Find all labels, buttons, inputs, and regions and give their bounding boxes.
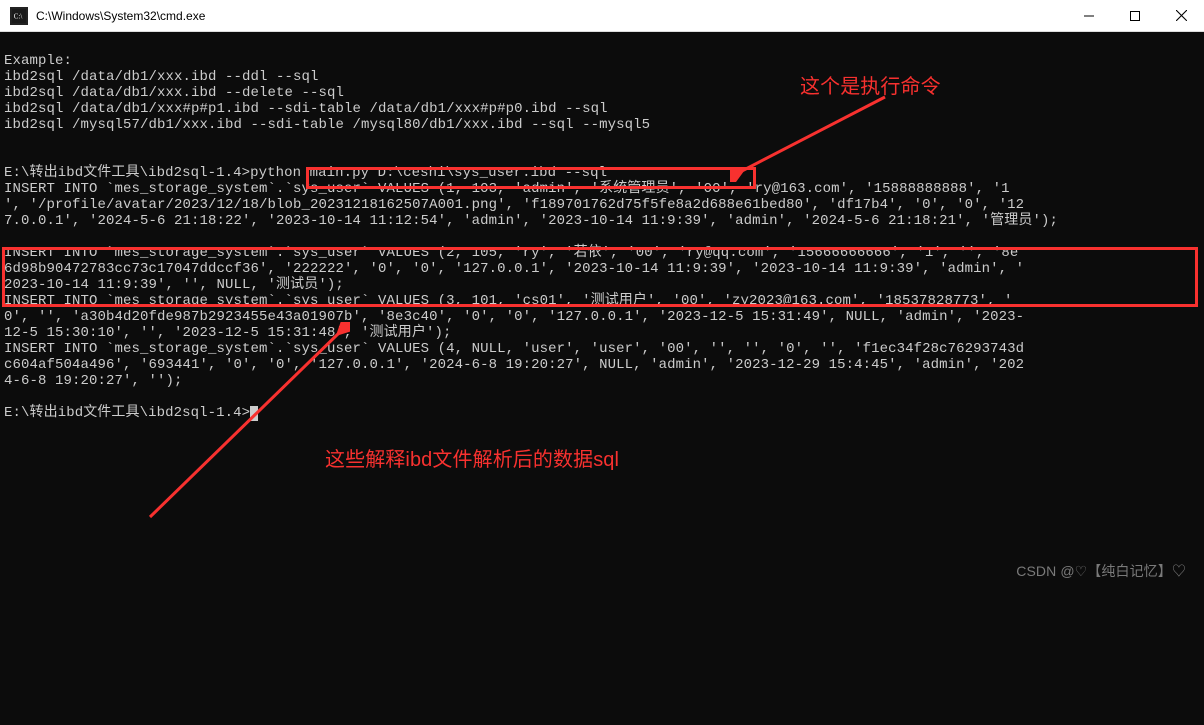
window-title: C:\Windows\System32\cmd.exe bbox=[36, 9, 1066, 23]
window-controls bbox=[1066, 0, 1204, 31]
terminal-line: Example: bbox=[4, 53, 72, 69]
terminal-line: 6d98b90472783cc73c17047ddccf36', '222222… bbox=[4, 261, 1024, 277]
terminal-line: INSERT INTO `mes_storage_system`.`sys_us… bbox=[4, 181, 1010, 197]
terminal-output[interactable]: Example: ibd2sql /data/db1/xxx.ibd --ddl… bbox=[0, 32, 1204, 591]
terminal-line: E:\转出ibd文件工具\ibd2sql-1.4>python main.py … bbox=[4, 165, 607, 181]
terminal-line: ibd2sql /data/db1/xxx#p#p1.ibd --sdi-tab… bbox=[4, 101, 608, 117]
terminal-line: ', '/profile/avatar/2023/12/18/blob_2023… bbox=[4, 197, 1024, 213]
terminal-line: ibd2sql /data/db1/xxx.ibd --ddl --sql bbox=[4, 69, 319, 85]
terminal-line: 2023-10-14 11:9:39', '', NULL, '测试员'); bbox=[4, 277, 344, 293]
terminal-line: ibd2sql /mysql57/db1/xxx.ibd --sdi-table… bbox=[4, 117, 650, 133]
maximize-button[interactable] bbox=[1112, 0, 1158, 31]
terminal-line: ibd2sql /data/db1/xxx.ibd --delete --sql bbox=[4, 85, 344, 101]
terminal-line: INSERT INTO `mes_storage_system`.`sys_us… bbox=[4, 341, 1024, 357]
annotation-command: 这个是执行命令 bbox=[800, 79, 941, 95]
terminal-line: INSERT INTO `mes_storage_system`.`sys_us… bbox=[4, 245, 1018, 261]
terminal-line: INSERT INTO `mes_storage_system`.`sys_us… bbox=[4, 293, 1013, 309]
terminal-line: c604af504a496', '693441', '0', '0', '127… bbox=[4, 357, 1024, 373]
terminal-line: 7.0.0.1', '2024-5-6 21:18:22', '2023-10-… bbox=[4, 213, 1058, 229]
terminal-line: 0', '', 'a30b4d20fde987b2923455e43a01907… bbox=[4, 309, 1024, 325]
terminal-line: 4-6-8 19:20:27', ''); bbox=[4, 373, 183, 389]
terminal-prompt: E:\转出ibd文件工具\ibd2sql-1.4> bbox=[4, 405, 250, 421]
arrow-to-command bbox=[730, 92, 890, 182]
svg-text:C:\: C:\ bbox=[14, 12, 23, 20]
minimize-button[interactable] bbox=[1066, 0, 1112, 31]
annotation-sql: 这些解释ibd文件解析后的数据sql bbox=[325, 452, 619, 468]
close-button[interactable] bbox=[1158, 0, 1204, 31]
watermark: CSDN @♡【纯白记忆】♡ bbox=[1016, 563, 1186, 579]
terminal-line: 12-5 15:30:10', '', '2023-12-5 15:31:48'… bbox=[4, 325, 451, 341]
cursor bbox=[250, 406, 258, 421]
cmd-icon: C:\ bbox=[10, 7, 28, 25]
window-titlebar: C:\ C:\Windows\System32\cmd.exe bbox=[0, 0, 1204, 32]
